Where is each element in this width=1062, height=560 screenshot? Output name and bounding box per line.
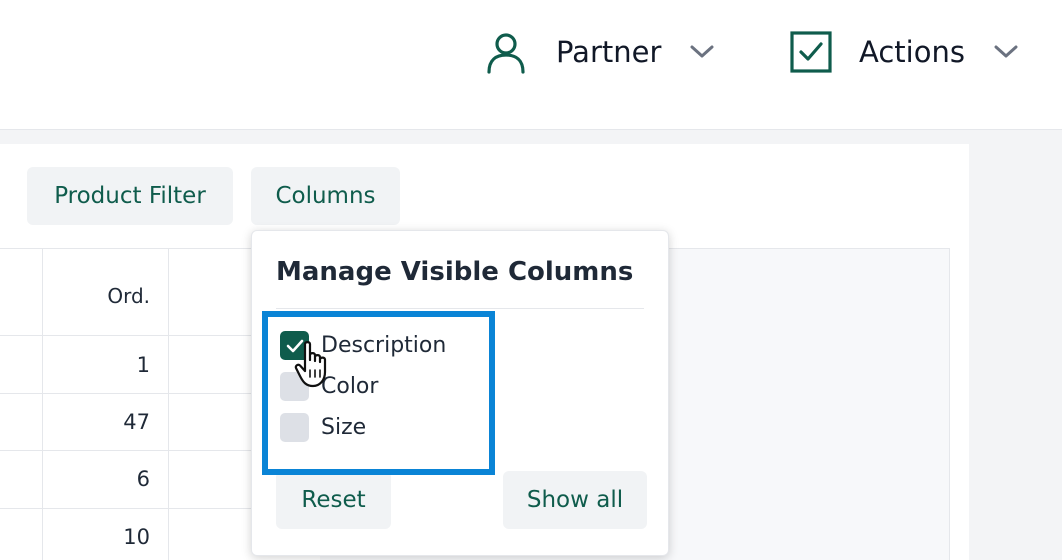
show-all-button[interactable]: Show all: [503, 471, 647, 529]
column-option-description[interactable]: Description: [280, 331, 446, 360]
dropdown-title: Manage Visible Columns: [276, 257, 634, 287]
partner-label: Partner: [556, 35, 662, 69]
divider: [276, 308, 644, 309]
chevron-down-icon: [994, 45, 1018, 58]
product-filter-button[interactable]: Product Filter: [27, 167, 233, 225]
description-checkbox[interactable]: [280, 331, 309, 360]
option-label: Color: [321, 374, 379, 399]
column-header-ord[interactable]: Ord.: [40, 284, 150, 308]
table-cell-ord: 6: [136, 467, 150, 491]
color-checkbox[interactable]: [280, 372, 309, 401]
chevron-down-icon: [690, 45, 714, 58]
columns-button[interactable]: Columns: [251, 167, 400, 225]
actions-label: Actions: [859, 35, 965, 69]
table-cell-ord: 1: [136, 353, 150, 377]
manage-columns-dropdown: Manage Visible Columns Description Color…: [251, 230, 669, 556]
option-label: Size: [321, 415, 367, 440]
column-option-size[interactable]: Size: [280, 413, 366, 442]
table-cell-ord: 47: [123, 410, 150, 434]
reset-button[interactable]: Reset: [276, 471, 391, 529]
actions-menu[interactable]: Actions: [789, 30, 1019, 74]
option-label: Description: [321, 333, 447, 358]
check-icon: [286, 339, 303, 352]
column-divider: [168, 249, 169, 560]
size-checkbox[interactable]: [280, 413, 309, 442]
partner-menu[interactable]: Partner: [484, 30, 715, 74]
top-bar: Partner Actions: [0, 0, 1062, 130]
table-cell-ord: 10: [123, 525, 150, 549]
user-icon: [487, 33, 525, 74]
column-option-color[interactable]: Color: [280, 372, 378, 401]
checkbox-icon: [790, 31, 832, 73]
